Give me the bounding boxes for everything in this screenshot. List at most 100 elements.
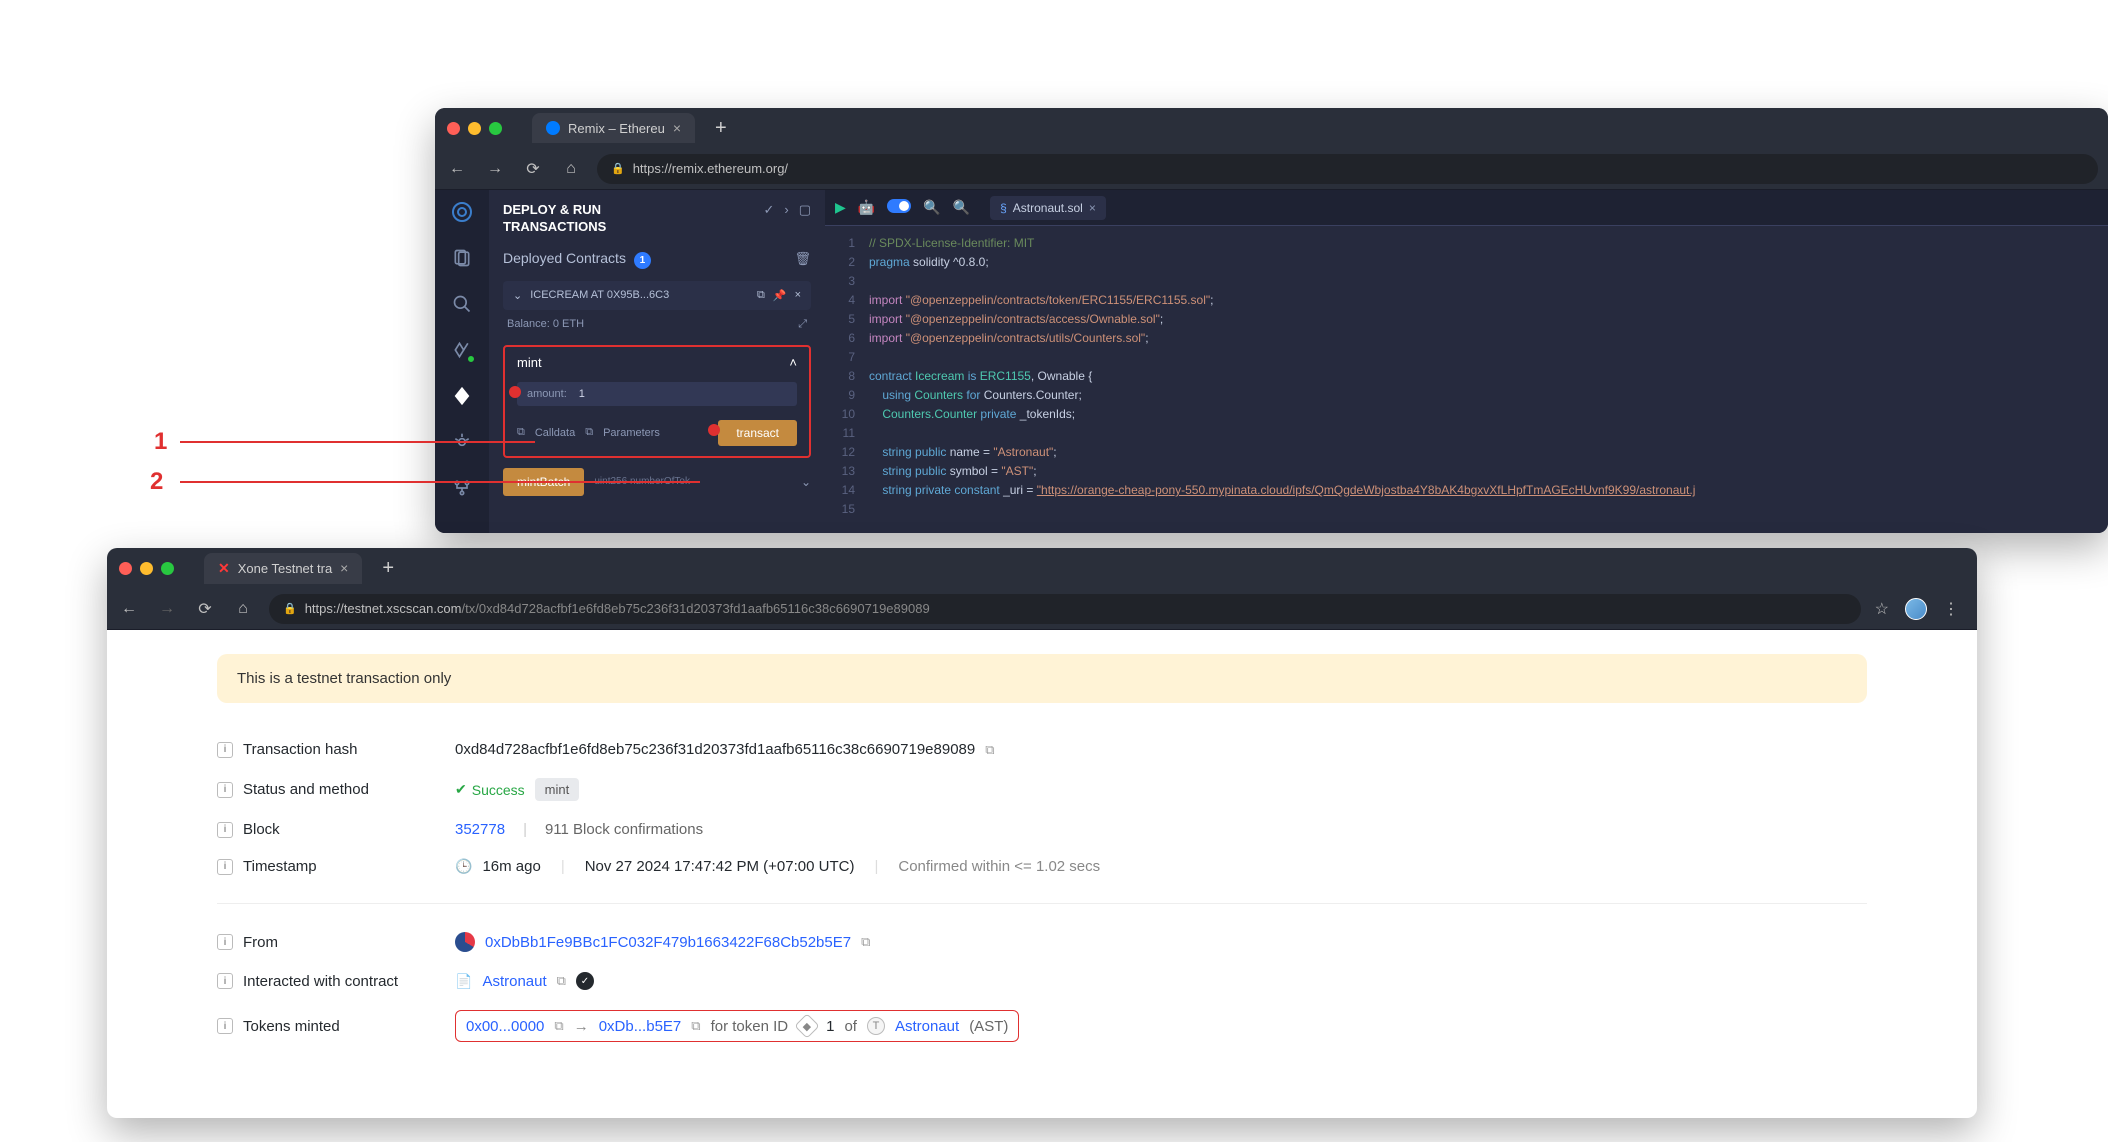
back-icon[interactable]: ← xyxy=(445,160,469,178)
minimize-icon[interactable] xyxy=(140,562,153,575)
chevron-down-icon[interactable]: ⌄ xyxy=(801,475,811,489)
home-icon[interactable]: ⌂ xyxy=(559,160,583,178)
refresh-icon[interactable]: ⟳ xyxy=(521,159,545,179)
tab-close-icon[interactable]: × xyxy=(340,560,348,576)
mint-label: mint xyxy=(517,355,542,370)
remix-logo-icon[interactable] xyxy=(450,200,474,224)
trash-icon[interactable]: 🗑 xyxy=(794,251,811,267)
arrow-right-icon: → xyxy=(574,1018,589,1035)
tab-title: Remix – Ethereu xyxy=(568,121,665,136)
info-icon[interactable]: i xyxy=(217,742,233,758)
play-icon[interactable]: ▶ xyxy=(835,199,846,216)
zoom-in-icon[interactable]: 🔍 xyxy=(953,199,970,216)
code-editor[interactable]: 1// SPDX-License-Identifier: MIT 2pragma… xyxy=(825,226,2108,527)
mint-from-link[interactable]: 0x00...0000 xyxy=(466,1018,544,1035)
deploy-icon[interactable] xyxy=(450,384,474,408)
copy-icon[interactable]: ⧉ xyxy=(557,973,566,989)
close-icon[interactable] xyxy=(447,122,460,135)
compiler-icon[interactable] xyxy=(450,338,474,362)
forward-icon[interactable]: → xyxy=(483,160,507,178)
browser-tab-xscscan[interactable]: ✕ Xone Testnet tra × xyxy=(204,553,362,584)
copy-icon[interactable]: ⧉ xyxy=(861,934,870,950)
search-icon[interactable] xyxy=(450,292,474,316)
tab-title: Xone Testnet tra xyxy=(238,561,332,576)
forward-icon[interactable]: → xyxy=(155,600,179,618)
annotation-dot-1 xyxy=(509,386,521,398)
tokens-minted-label: Tokens minted xyxy=(243,1018,340,1035)
check-icon[interactable]: ✓ xyxy=(763,202,774,218)
copy-icon[interactable]: ⧉ xyxy=(517,426,525,439)
menu-icon[interactable]: ⋮ xyxy=(1943,599,1959,619)
toggle-icon[interactable] xyxy=(887,199,911,216)
refresh-icon[interactable]: ⟳ xyxy=(193,599,217,619)
copy-icon[interactable]: ⧉ xyxy=(554,1018,563,1034)
info-icon[interactable]: i xyxy=(217,782,233,798)
browser-tab-remix[interactable]: Remix – Ethereu × xyxy=(532,113,695,143)
close-icon[interactable] xyxy=(119,562,132,575)
block-link[interactable]: 352778 xyxy=(455,821,505,838)
plugin-icon[interactable] xyxy=(450,476,474,500)
solidity-file-icon: § xyxy=(1000,201,1007,215)
pin-icon[interactable]: 📌 xyxy=(773,289,787,302)
tx-hash-row: i Transaction hash 0xd84d728acfbf1e6fd8e… xyxy=(217,731,1867,768)
amount-label: amount: xyxy=(527,388,567,400)
file-explorer-icon[interactable] xyxy=(450,246,474,270)
timestamp-ago: 16m ago xyxy=(482,858,540,875)
deployed-label: Deployed Contracts xyxy=(503,250,626,266)
token-name-link[interactable]: Astronaut xyxy=(895,1018,959,1035)
minimize-icon[interactable] xyxy=(468,122,481,135)
tab-close-icon[interactable]: × xyxy=(1089,201,1096,215)
contract-row[interactable]: ⌄ ICECREAM AT 0X95B...6C3 ⧉ 📌 × xyxy=(503,281,811,310)
copy-icon[interactable]: ⧉ xyxy=(585,426,593,439)
tab-close-icon[interactable]: × xyxy=(673,120,681,136)
traffic-lights xyxy=(119,562,174,575)
info-icon[interactable]: i xyxy=(217,859,233,875)
status-row: i Status and method ✔ Success mint xyxy=(217,768,1867,811)
separator xyxy=(217,903,1867,904)
token-id-badge-icon: ◆ xyxy=(794,1013,819,1038)
close-icon[interactable]: × xyxy=(795,289,801,301)
transact-button[interactable]: transact xyxy=(718,420,797,446)
copy-icon[interactable]: ⧉ xyxy=(757,289,765,302)
chevron-up-icon[interactable]: ˄ xyxy=(789,355,797,370)
info-icon[interactable]: i xyxy=(217,822,233,838)
from-address-link[interactable]: 0xDbBb1Fe9BBc1FC032F479b1663422F68Cb52b5… xyxy=(485,934,851,951)
info-icon[interactable]: i xyxy=(217,973,233,989)
new-tab-button[interactable]: + xyxy=(715,117,727,140)
window2-titlebar: ✕ Xone Testnet tra × + xyxy=(107,548,1977,588)
editor-tab[interactable]: § Astronaut.sol × xyxy=(990,196,1106,220)
calldata-link[interactable]: Calldata xyxy=(535,427,575,439)
deployed-count-badge: 1 xyxy=(634,252,651,269)
url-input[interactable]: 🔒 https://testnet.xscscan.com/tx/0xd84d7… xyxy=(269,594,1861,624)
mint-to-link[interactable]: 0xDb...b5E7 xyxy=(599,1018,682,1035)
from-label: From xyxy=(243,934,278,951)
editor-tab-label: Astronaut.sol xyxy=(1013,201,1083,215)
editor-toolbar: ▶ 🤖 🔍 🔍 § Astronaut.sol × xyxy=(825,190,2108,226)
info-icon[interactable]: i xyxy=(217,934,233,950)
profile-avatar-icon[interactable] xyxy=(1905,598,1927,620)
back-icon[interactable]: ← xyxy=(117,600,141,618)
token-badge-icon: T xyxy=(867,1017,885,1035)
timestamp-label: Timestamp xyxy=(243,858,317,875)
copy-icon[interactable]: ⧉ xyxy=(691,1018,700,1034)
maximize-icon[interactable] xyxy=(161,562,174,575)
contract-link[interactable]: Astronaut xyxy=(482,973,546,990)
new-tab-button[interactable]: + xyxy=(382,557,394,580)
window2-urlbar: ← → ⟳ ⌂ 🔒 https://testnet.xscscan.com/tx… xyxy=(107,588,1977,630)
copy-icon[interactable]: ⧉ xyxy=(985,742,994,758)
interacted-label: Interacted with contract xyxy=(243,973,398,990)
panel-collapse-icon[interactable]: ▢ xyxy=(799,202,811,218)
url-input[interactable]: 🔒 https://remix.ethereum.org/ xyxy=(597,154,2098,184)
expand-icon[interactable]: ⤢ xyxy=(798,318,807,331)
url-path: /tx/0xd84d728acfbf1e6fd8eb75c236f31d2037… xyxy=(462,601,930,616)
home-icon[interactable]: ⌂ xyxy=(231,600,255,618)
parameters-link[interactable]: Parameters xyxy=(603,427,660,439)
amount-input-row[interactable]: amount: 1 xyxy=(517,382,797,406)
maximize-icon[interactable] xyxy=(489,122,502,135)
star-icon[interactable]: ☆ xyxy=(1875,599,1889,619)
contract-label: ICECREAM AT 0X95B...6C3 xyxy=(530,289,669,301)
chevron-right-icon[interactable]: › xyxy=(784,202,788,218)
zoom-out-icon[interactable]: 🔍 xyxy=(923,199,940,216)
info-icon[interactable]: i xyxy=(217,1018,233,1034)
debug-icon[interactable]: 🤖 xyxy=(858,199,875,216)
